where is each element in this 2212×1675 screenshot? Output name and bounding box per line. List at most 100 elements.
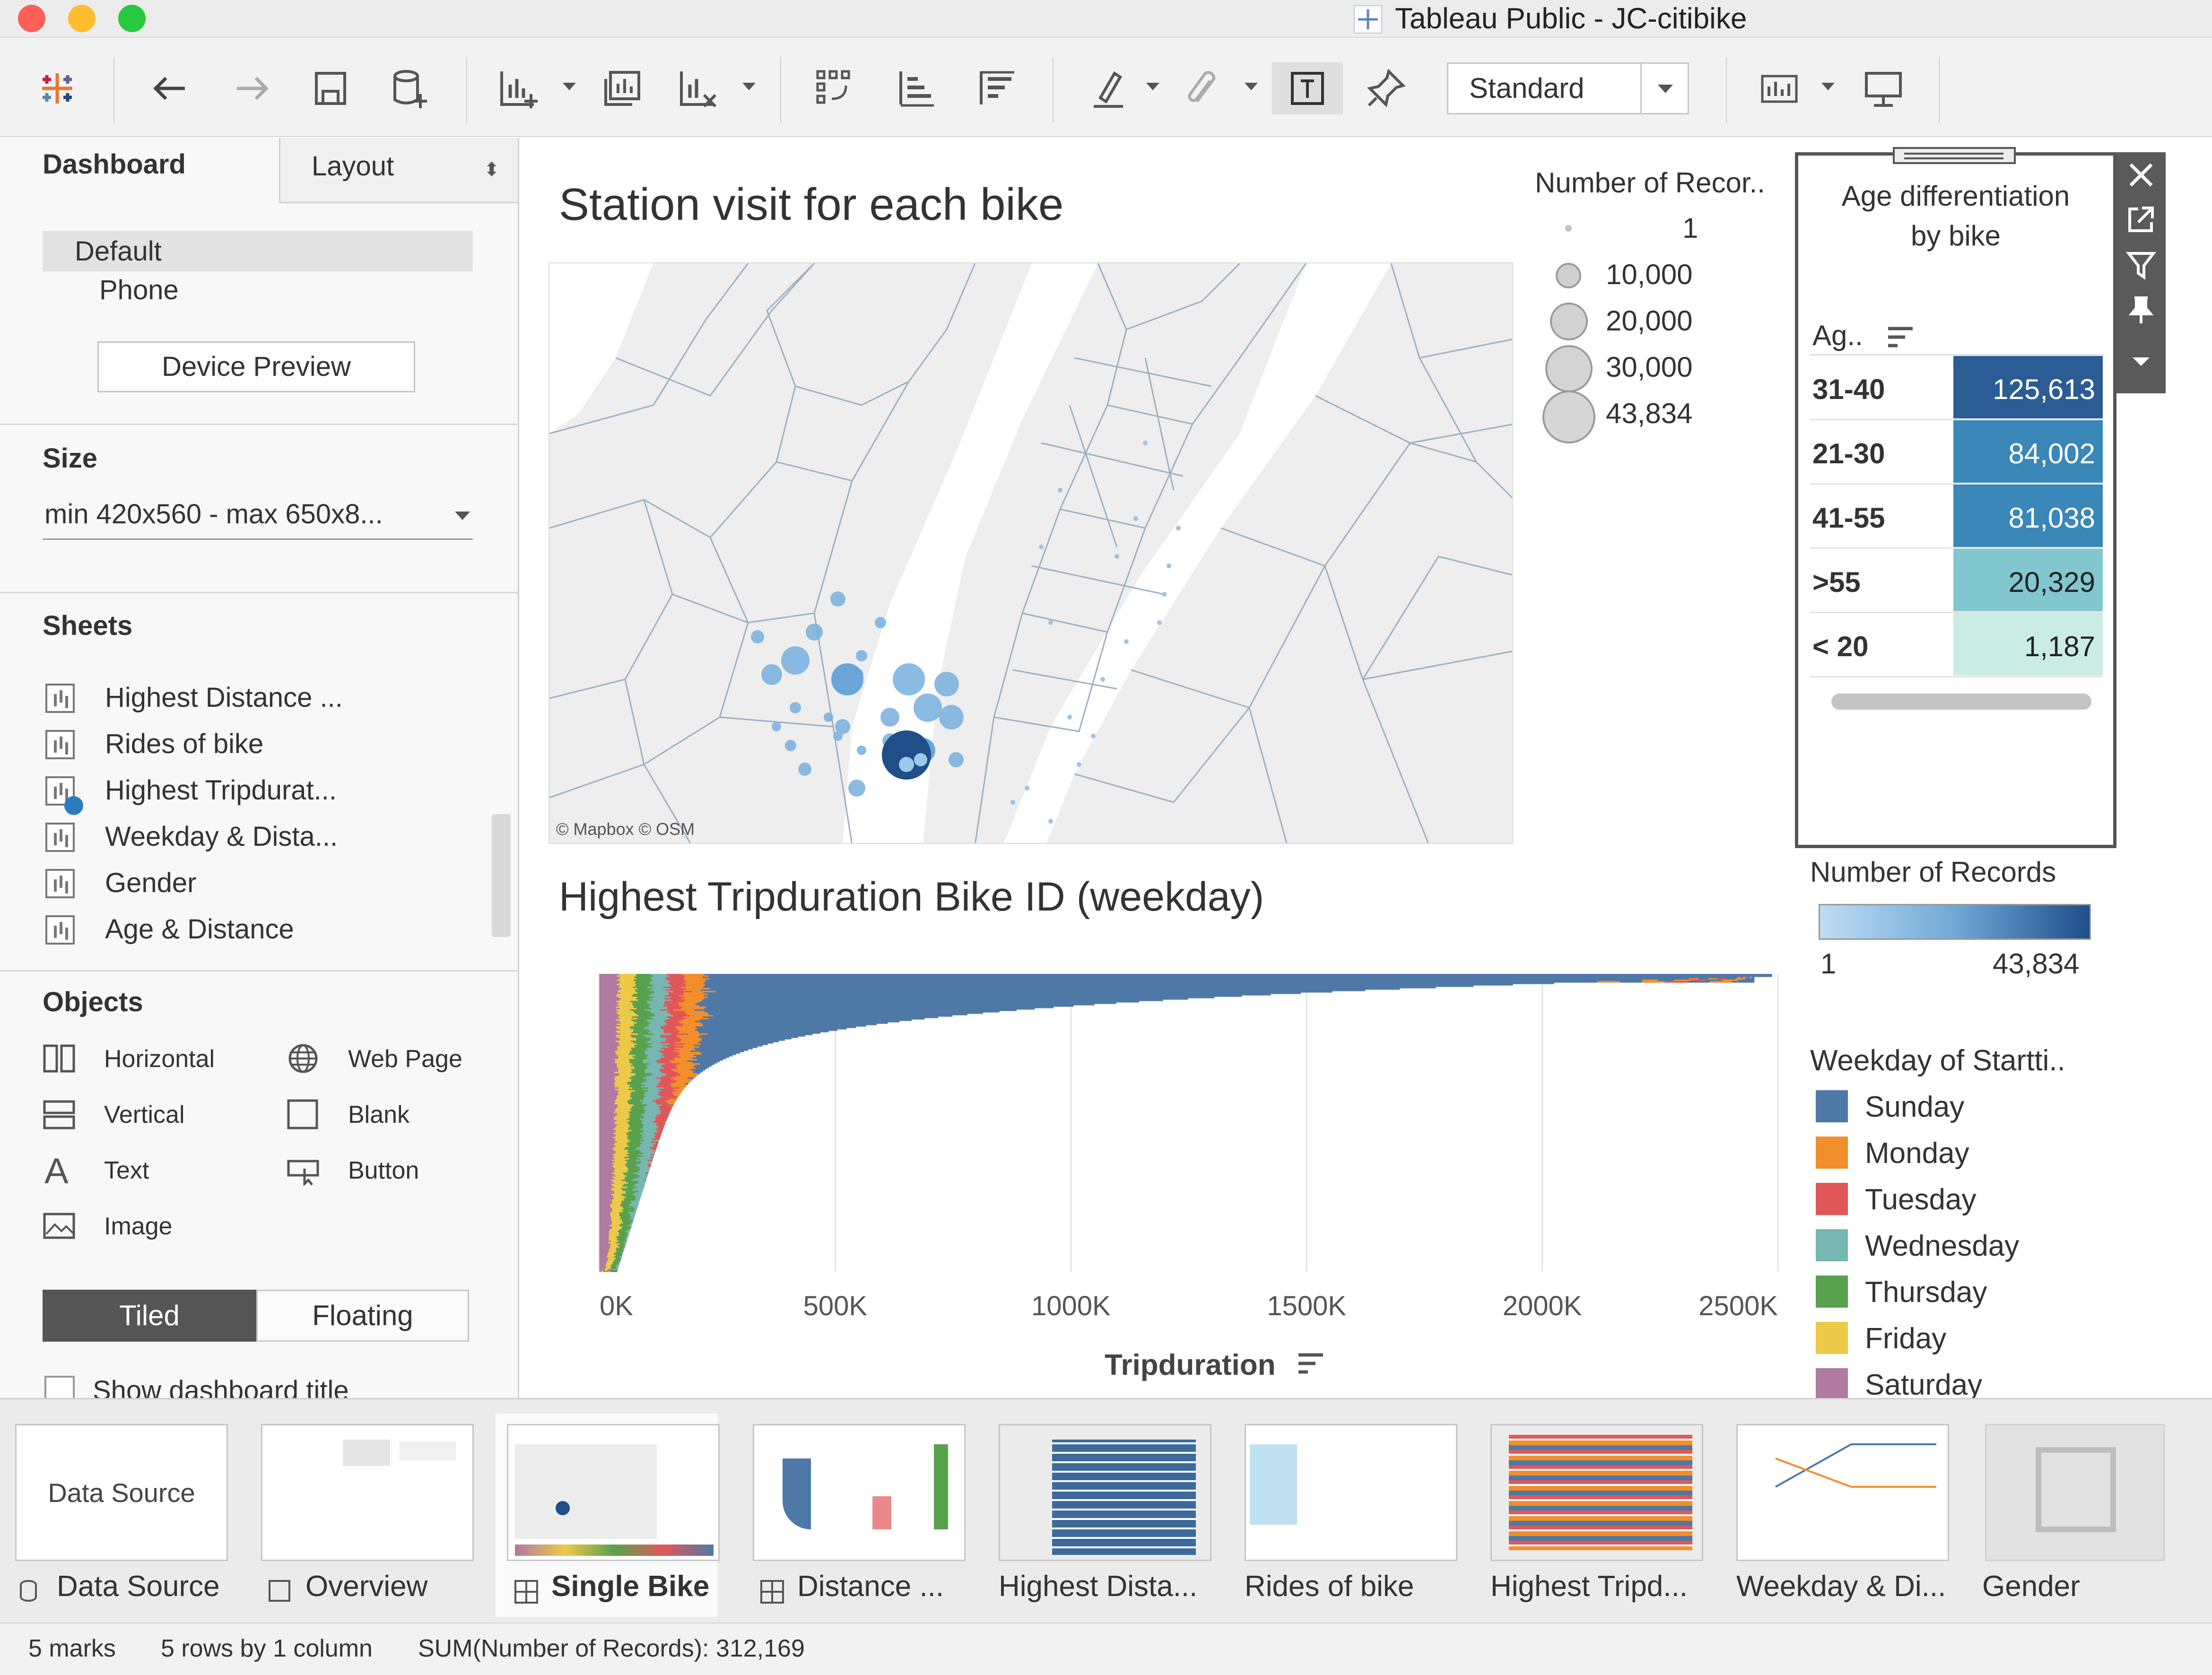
legend-item[interactable]: Sunday — [1816, 1087, 2099, 1125]
age-by-bike-panel[interactable]: Age differentiation by bike Ag.. 31-40 1… — [1795, 147, 2116, 848]
tableau-home-icon[interactable] — [31, 62, 83, 114]
minimize-window-button[interactable] — [68, 5, 96, 32]
bar-segment[interactable] — [665, 1121, 666, 1123]
sort-icon[interactable] — [1886, 324, 1915, 350]
more-options-icon[interactable] — [2126, 346, 2156, 376]
bar-segment[interactable] — [1709, 981, 1732, 983]
object-button[interactable]: Button — [287, 1151, 490, 1193]
bar-segment[interactable] — [1664, 981, 1687, 983]
table-row[interactable]: 21-30 84,002 — [1810, 420, 2103, 485]
tiled-toggle[interactable]: Tiled — [43, 1290, 256, 1342]
save-icon[interactable] — [305, 62, 357, 114]
drag-handle[interactable] — [1893, 147, 2016, 164]
tab-weekday-distance[interactable]: Weekday & Di... — [1725, 1414, 1949, 1617]
bar-segment[interactable] — [1732, 981, 1755, 983]
object-blank[interactable]: Blank — [287, 1095, 490, 1137]
sheets-scrollbar[interactable] — [492, 814, 511, 937]
close-window-button[interactable] — [18, 5, 45, 32]
legend-item[interactable]: Saturday — [1816, 1365, 2099, 1403]
tab-highest-distance[interactable]: Highest Dista... — [987, 1414, 1211, 1617]
redo-icon[interactable] — [225, 62, 277, 114]
x-axis-label[interactable]: Tripduration — [1105, 1348, 1276, 1382]
tab-dashboard[interactable]: Dashboard — [0, 138, 279, 203]
sheet-item[interactable]: Rides of bike — [0, 723, 518, 766]
age-column-header[interactable]: Ag.. — [1812, 319, 1863, 352]
tab-gender[interactable]: Gender — [1971, 1414, 2193, 1617]
legend-item[interactable]: Tuesday — [1816, 1180, 2099, 1218]
tab-distance[interactable]: Distance ... — [741, 1414, 966, 1617]
tab-layout[interactable]: Layout ⬍ — [279, 138, 518, 203]
horizontal-scrollbar[interactable] — [1831, 694, 2091, 710]
object-image[interactable]: Image — [43, 1206, 246, 1249]
presentation-mode-icon[interactable] — [1857, 62, 1909, 114]
table-row[interactable]: >55 20,329 — [1810, 549, 2103, 613]
sheet-item[interactable]: Weekday & Dista... — [0, 816, 518, 859]
bar-segment[interactable] — [603, 1270, 605, 1272]
bar-segment[interactable] — [607, 1270, 609, 1272]
device-preview-button[interactable]: Device Preview — [97, 341, 415, 392]
tripduration-chart[interactable]: 0K 500K 1000K 1500K 2000K 2500K — [586, 964, 1806, 1404]
dashboard-icon — [514, 1580, 538, 1604]
object-web-page[interactable]: Web Page — [287, 1039, 490, 1082]
floating-toggle[interactable]: Floating — [256, 1290, 469, 1342]
sort-descending-icon[interactable] — [969, 62, 1021, 114]
new-data-source-icon[interactable] — [384, 62, 436, 114]
close-icon[interactable] — [2126, 160, 2156, 190]
window-title-bar: Tableau Public - JC-citibike — [0, 0, 2212, 38]
bar-segment[interactable] — [609, 1270, 611, 1272]
tab-data-source[interactable]: Data Source Data Source — [4, 1414, 228, 1617]
maximize-window-button[interactable] — [118, 5, 146, 32]
tab-highest-tripduration[interactable]: Highest Tripd... — [1479, 1414, 1703, 1617]
pin-icon[interactable] — [2126, 295, 2156, 325]
fix-axes-pin-icon[interactable] — [1360, 62, 1412, 114]
show-mark-labels-icon[interactable] — [1272, 62, 1343, 114]
chevron-down-icon[interactable] — [1640, 64, 1688, 113]
sheet-item[interactable]: Age & Distance — [0, 909, 518, 951]
object-horizontal[interactable]: Horizontal — [43, 1039, 246, 1082]
bar-segment[interactable] — [601, 1270, 603, 1272]
new-worksheet-icon[interactable] — [492, 62, 544, 114]
object-text[interactable]: A Text — [43, 1151, 246, 1193]
legend-item[interactable]: Monday — [1816, 1134, 2099, 1172]
bar-segment[interactable] — [605, 1270, 607, 1272]
swap-rows-columns-icon[interactable] — [809, 62, 861, 114]
duplicate-sheet-icon[interactable] — [597, 62, 649, 114]
table-row[interactable]: 41-55 81,038 — [1810, 485, 2103, 549]
table-row[interactable]: 31-40 125,613 — [1810, 356, 2103, 420]
undo-icon[interactable] — [145, 62, 197, 114]
color-gradient-legend[interactable] — [1819, 904, 2091, 940]
legend-item[interactable]: Friday — [1816, 1319, 2099, 1357]
bar-segment[interactable] — [695, 1076, 696, 1078]
group-members-icon[interactable] — [1177, 62, 1229, 114]
clear-sheet-icon[interactable] — [671, 62, 723, 114]
bar-segment[interactable] — [600, 1270, 601, 1272]
tab-rides-of-bike[interactable]: Rides of bike — [1233, 1414, 1457, 1617]
device-default[interactable]: Default — [43, 231, 473, 271]
sort-icon[interactable] — [1297, 1350, 1325, 1377]
bar-segment[interactable] — [611, 1270, 618, 1272]
sheet-item[interactable]: Gender — [0, 862, 518, 905]
legend-item[interactable]: Thursday — [1816, 1273, 2099, 1310]
filter-icon[interactable] — [2126, 250, 2156, 280]
bar-segment[interactable] — [1687, 981, 1710, 983]
station-map[interactable]: © Mapbox © OSM — [549, 262, 1513, 844]
bar-segment[interactable] — [697, 1073, 699, 1075]
device-phone[interactable]: Phone — [99, 274, 179, 306]
show-title-checkbox[interactable] — [44, 1376, 75, 1398]
table-row[interactable]: < 20 1,187 — [1810, 613, 2103, 677]
go-to-sheet-icon[interactable] — [2126, 204, 2156, 234]
size-dropdown[interactable]: min 420x560 - max 650x8... — [43, 495, 473, 540]
highlight-icon[interactable] — [1083, 62, 1135, 114]
legend-item[interactable]: Wednesday — [1816, 1226, 2099, 1264]
show-me-icon[interactable] — [1753, 62, 1805, 114]
bar-segment[interactable] — [1620, 981, 1642, 983]
tab-overview[interactable]: Overview — [250, 1414, 474, 1617]
sort-ascending-icon[interactable] — [889, 62, 941, 114]
sheet-item[interactable]: Highest Distance ... — [0, 677, 518, 720]
bar-segment[interactable] — [1597, 981, 1620, 983]
fit-view-dropdown[interactable]: Standard — [1447, 62, 1689, 114]
bar-segment[interactable] — [1642, 981, 1665, 983]
sheet-item[interactable]: Highest Tripdurat... — [0, 770, 518, 815]
object-vertical[interactable]: Vertical — [43, 1095, 246, 1137]
tab-single-bike[interactable]: Single Bike — [496, 1414, 720, 1617]
